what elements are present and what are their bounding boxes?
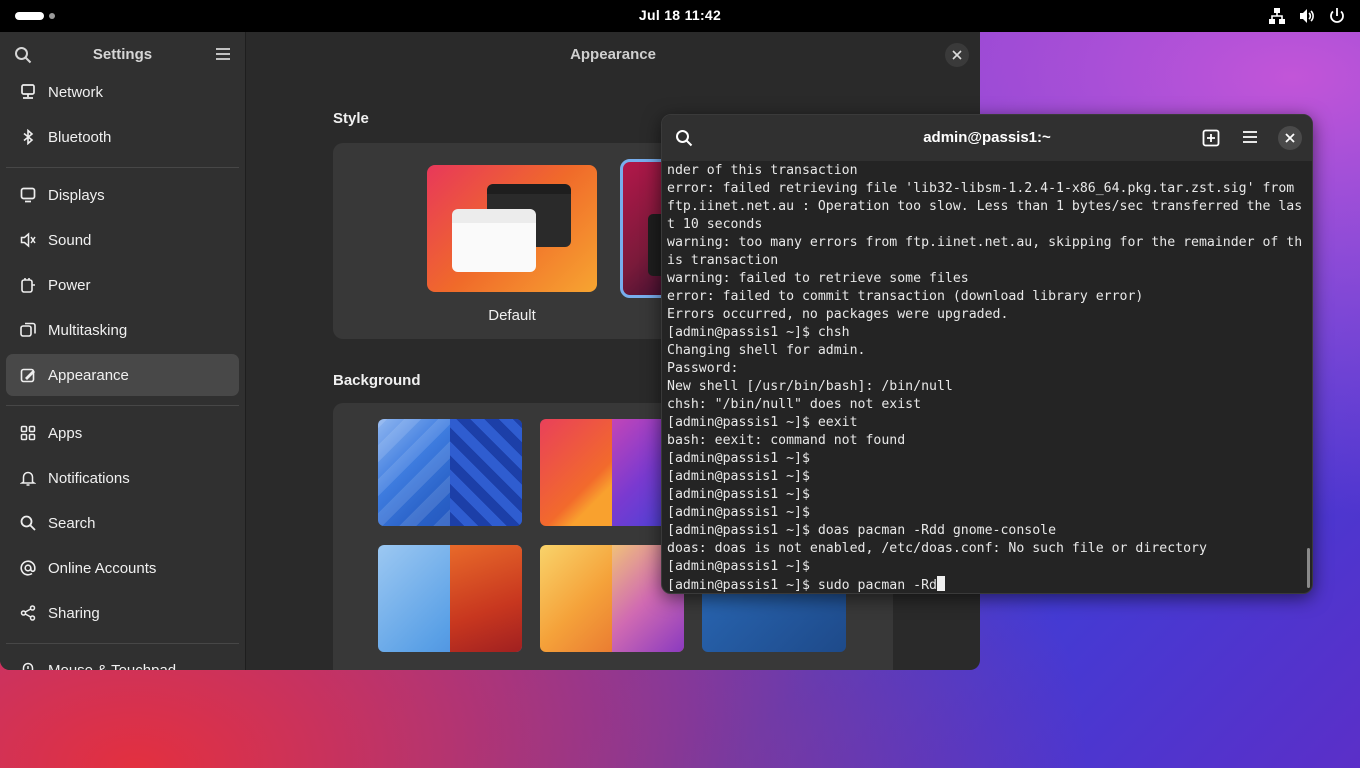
terminal-output[interactable]: nder of this transaction error: failed re… [667, 162, 1307, 593]
sidebar-item-label: Online Accounts [48, 559, 157, 577]
terminal-line: New shell [/usr/bin/bash]: /bin/null [667, 379, 953, 394]
mouse-icon [19, 661, 37, 670]
sound-icon [19, 231, 37, 249]
sidebar-item-label: Appearance [48, 366, 129, 384]
terminal-line: error: failed to commit transaction (dow… [667, 289, 1144, 304]
at-sign-icon [19, 559, 37, 577]
terminal-line: [admin@passis1 ~]$ [667, 487, 810, 502]
sidebar-title: Settings [92, 46, 153, 63]
terminal-line: [admin@passis1 ~]$ chsh [667, 325, 850, 340]
light-window-preview [452, 209, 536, 272]
sidebar-item-label: Sound [48, 231, 92, 249]
bell-icon [19, 469, 37, 487]
apps-icon [19, 424, 37, 442]
terminal-line: t 10 seconds [667, 217, 763, 232]
sidebar-item-search[interactable]: Search [6, 502, 239, 544]
sidebar-item-label: Search [48, 514, 96, 532]
display-icon [19, 186, 37, 204]
terminal-line: Changing shell for admin. [667, 343, 866, 358]
sidebar-item-bluetooth[interactable]: Bluetooth [6, 116, 239, 158]
top-bar: Jul 18 11:42 [0, 0, 1360, 32]
search-icon [19, 514, 37, 532]
hamburger-menu-icon[interactable] [1242, 130, 1258, 149]
sidebar-separator [6, 643, 239, 644]
power-plug-icon [19, 276, 37, 294]
sidebar-item-notifications[interactable]: Notifications [6, 457, 239, 499]
sidebar-item-appearance[interactable]: Appearance [6, 354, 239, 396]
terminal-line: bash: eexit: command not found [667, 433, 906, 448]
sidebar-item-multitasking[interactable]: Multitasking [6, 309, 239, 351]
sidebar-item-power[interactable]: Power [6, 264, 239, 306]
page-title: Appearance [570, 46, 656, 63]
sidebar-item-label: Network [48, 83, 104, 101]
sidebar-item-label: Notifications [48, 469, 130, 487]
terminal-header: admin@passis1:~ [662, 115, 1312, 161]
sidebar-item-label: Mouse & Touchpad [48, 661, 177, 671]
sidebar-item-label: Power [48, 276, 91, 294]
sidebar-item-label: Sharing [48, 604, 100, 622]
terminal-line: [admin@passis1 ~]$ [667, 559, 810, 574]
terminal-line: Errors occurred, no packages were upgrad… [667, 307, 1009, 322]
sidebar-separator [6, 405, 239, 406]
terminal-line: warning: failed to retrieve some files [667, 271, 969, 286]
sidebar-item-label: Multitasking [48, 321, 128, 339]
network-wired-icon[interactable] [1268, 7, 1286, 25]
sidebar-item-apps[interactable]: Apps [6, 412, 239, 454]
terminal-line: [admin@passis1 ~]$ [667, 505, 810, 520]
terminal-line: error: failed retrieving file 'lib32-lib… [667, 181, 1295, 196]
hamburger-menu-icon[interactable] [215, 47, 231, 66]
share-icon [19, 604, 37, 622]
sidebar-item-mouse-touchpad[interactable]: Mouse & Touchpad [6, 649, 239, 670]
terminal-prompt-line[interactable]: [admin@passis1 ~]$ sudo pacman -Rd [667, 576, 1307, 593]
close-icon [952, 50, 962, 60]
wallpaper-blobs-blue[interactable] [378, 419, 522, 526]
terminal-window[interactable]: admin@passis1:~ nder of this transaction… [661, 114, 1313, 594]
terminal-line: ftp.iinet.net.au : Operation too slow. L… [667, 199, 1303, 214]
terminal-line: Password: [667, 361, 739, 376]
sidebar-item-sharing[interactable]: Sharing [6, 592, 239, 634]
close-window-button[interactable] [945, 43, 969, 67]
terminal-line: [admin@passis1 ~]$ eexit [667, 415, 858, 430]
sidebar-item-label: Displays [48, 186, 105, 204]
terminal-line: warning: too many errors from ftp.iinet.… [667, 235, 1303, 250]
sidebar-item-label: Apps [48, 424, 83, 442]
terminal-cursor [936, 576, 945, 591]
appearance-icon [19, 366, 37, 384]
close-window-button[interactable] [1278, 126, 1302, 150]
sidebar-item-online-accounts[interactable]: Online Accounts [6, 547, 239, 589]
close-icon [1285, 133, 1295, 143]
wallpaper-drool[interactable] [378, 545, 522, 652]
background-section-title: Background [333, 372, 421, 389]
terminal-scrollbar[interactable] [1307, 548, 1310, 588]
system-tray[interactable] [1268, 7, 1346, 25]
sidebar-separator [6, 167, 239, 168]
settings-sidebar: Settings Network Bluetooth Displays Soun… [0, 32, 246, 670]
bluetooth-icon [19, 128, 37, 146]
terminal-line: chsh: "/bin/null" does not exist [667, 397, 922, 412]
clock[interactable]: Jul 18 11:42 [0, 7, 1360, 23]
sidebar-item-label: Bluetooth [48, 128, 112, 146]
style-option-default[interactable] [427, 165, 597, 292]
terminal-command-input[interactable]: [admin@passis1 ~]$ sudo pacman -Rd [667, 578, 937, 593]
terminal-line: [admin@passis1 ~]$ doas pacman -Rdd gnom… [667, 523, 1057, 538]
new-tab-icon[interactable] [1202, 129, 1220, 152]
style-option-label: Default [488, 307, 536, 324]
terminal-line: [admin@passis1 ~]$ [667, 469, 810, 484]
volume-icon[interactable] [1298, 7, 1316, 25]
terminal-line: doas: doas is not enabled, /etc/doas.con… [667, 541, 1207, 556]
network-icon [19, 83, 37, 101]
multitasking-icon [19, 321, 37, 339]
sidebar-item-displays[interactable]: Displays [6, 174, 239, 216]
power-icon[interactable] [1328, 7, 1346, 25]
terminal-line: nder of this transaction [667, 163, 858, 178]
sidebar-item-sound[interactable]: Sound [6, 219, 239, 261]
terminal-line: is transaction [667, 253, 779, 268]
sidebar-item-network[interactable]: Network [6, 71, 239, 113]
style-section-title: Style [333, 110, 369, 127]
terminal-line: [admin@passis1 ~]$ [667, 451, 810, 466]
